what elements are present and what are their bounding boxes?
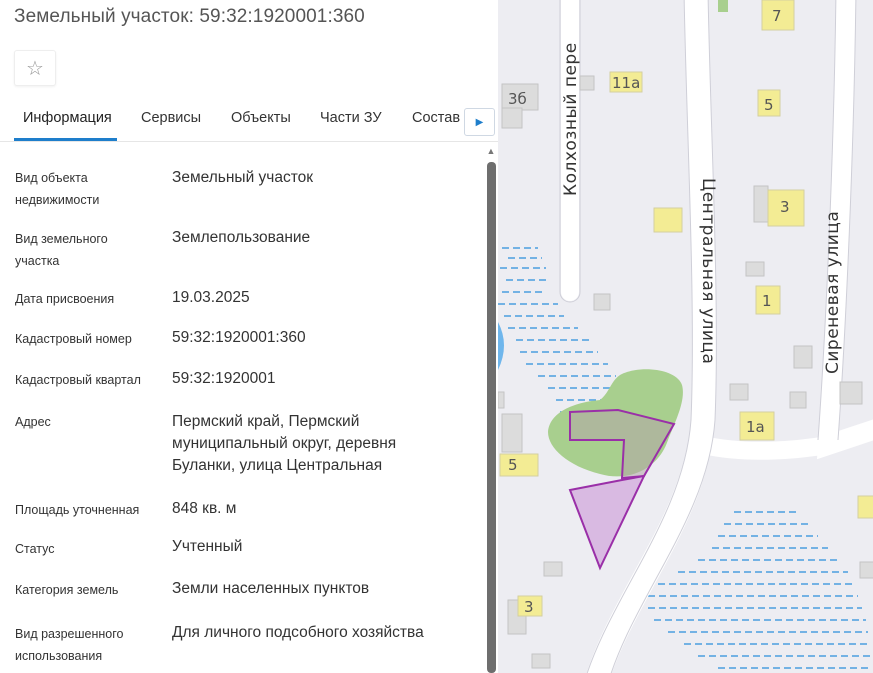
info-value: 59:32:1920001 [172,370,276,387]
pond [498,322,504,370]
house-number-5-lower: 5 [508,456,518,474]
info-label: Адрес [15,415,51,429]
info-label: Статус [15,542,55,556]
info-label: Вид объекта недвижимости [15,171,100,207]
info-value: Пермский край, Пермский муниципальный ок… [172,413,397,474]
buildings [498,0,873,669]
info-value: 848 кв. м [172,500,237,517]
info-value: Земельный участок [172,169,314,186]
street-label-sirenevaya: Сиреневая улица [823,211,843,374]
house-number-3-lower: 3 [524,598,534,616]
tab-objects[interactable]: Объекты [231,110,291,126]
tab-bar: Информация Сервисы Объекты Части ЗУ Сост… [0,98,498,142]
tab-information[interactable]: Информация [23,110,112,126]
favorite-button[interactable]: ☆ [14,50,56,86]
active-tab-indicator [14,138,117,141]
tab-services[interactable]: Сервисы [141,110,201,126]
house-number-3: 3 [780,198,790,216]
info-label: Дата присвоения [15,292,115,306]
caret-right-icon: ▶ [475,116,484,128]
street-label-kolkhozny: Колхозный пере [561,42,581,196]
cadastral-map[interactable]: 7 11а 3б 5 3 1 1а 5 3 Колхозный пере Цен… [498,0,873,673]
info-label: Кадастровый квартал [15,373,141,387]
tab-scroll-right-button[interactable]: ▶ [464,108,495,136]
info-value: Земли населенных пунктов [172,580,370,597]
tab-composition[interactable]: Состав [412,110,460,126]
info-value: Учтенный [172,538,243,555]
star-icon: ☆ [26,57,44,80]
info-value: Землепользование [172,229,311,246]
info-label: Площадь уточненная [15,503,140,517]
house-number-11a: 11а [612,74,640,92]
info-label: Вид разрешенного использования [15,627,124,663]
info-value: Для личного подсобного хозяйства [172,624,424,641]
scroll-up-arrow-icon[interactable]: ▲ [486,146,496,156]
house-number-5: 5 [764,96,774,114]
house-number-7: 7 [772,7,782,25]
info-value: 59:32:1920001:360 [172,329,306,346]
info-label: Вид земельного участка [15,232,108,268]
house-number-1: 1 [762,292,772,310]
house-number-3b: 3б [508,90,527,108]
info-panel: Земельный участок: 59:32:1920001:360 ☆ И… [0,0,498,673]
scrollbar-thumb[interactable] [487,162,496,673]
info-label: Кадастровый номер [15,332,132,346]
info-value: 19.03.2025 [172,289,250,306]
tab-parts[interactable]: Части ЗУ [320,110,382,126]
info-label: Категория земель [15,583,119,597]
page-title: Земельный участок: 59:32:1920001:360 [14,6,365,27]
street-label-tsentralnaya: Центральная улица [698,178,718,364]
house-number-1a: 1а [746,418,765,436]
